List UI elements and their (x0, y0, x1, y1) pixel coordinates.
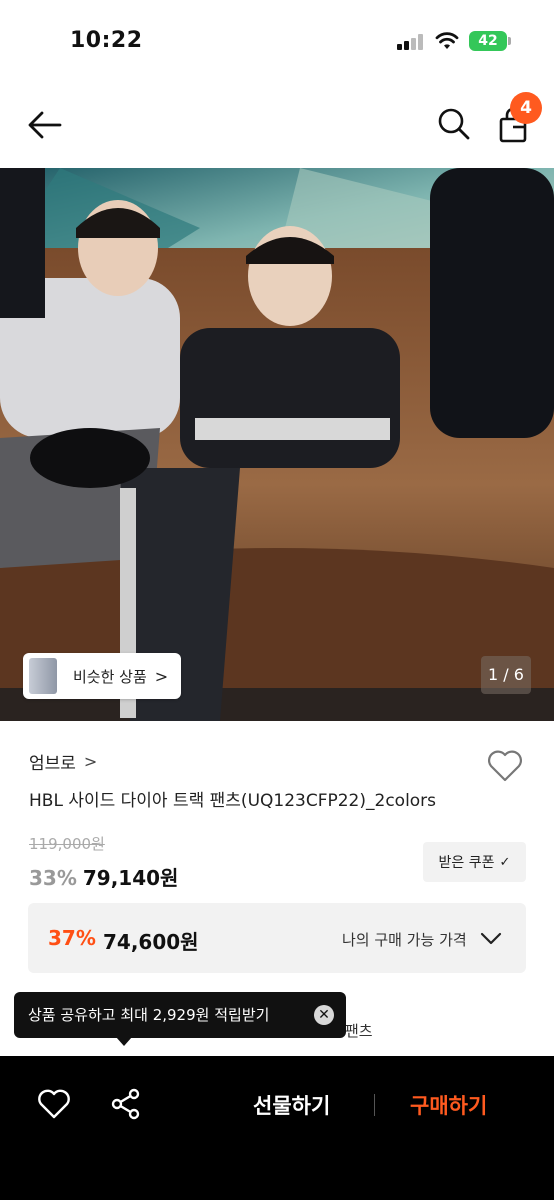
similar-product-thumbnail (29, 658, 57, 694)
received-coupon-button[interactable]: 받은 쿠폰 ✓ (423, 842, 526, 882)
cart-count-badge: 4 (510, 92, 542, 124)
top-nav (0, 80, 554, 168)
tooltip-text: 상품 공유하고 최대 2,929원 적립받기 (28, 1006, 270, 1024)
battery-tip (508, 37, 511, 45)
my-purchase-price: 74,600원 (103, 930, 199, 954)
divider (374, 1094, 375, 1116)
my-purchase-price-box[interactable]: 37% 74,600원 나의 구매 가능 가격 (28, 903, 526, 973)
my-purchase-price-label: 나의 구매 가능 가격 (342, 931, 467, 949)
similar-products-button[interactable]: 비슷한 상품 > (23, 653, 181, 699)
my-discount-rate: 37% (48, 926, 96, 950)
gift-button[interactable]: 선물하기 (253, 1090, 330, 1120)
tooltip-tail (116, 1037, 132, 1046)
close-icon[interactable]: ✕ (314, 1005, 334, 1025)
status-time: 10:22 (70, 28, 143, 53)
back-arrow-icon[interactable] (26, 106, 64, 144)
image-page-counter: 1 / 6 (481, 656, 531, 694)
discount-row: 33% 79,140원 (29, 862, 178, 891)
chevron-right-icon: > (154, 666, 169, 686)
partially-hidden-text: 팬츠 (345, 1022, 373, 1040)
coupon-label: 받은 쿠폰 (438, 855, 495, 871)
product-photo (0, 168, 554, 721)
wifi-icon (435, 32, 459, 49)
bottom-action-bar: 선물하기 구매하기 (0, 1056, 554, 1200)
heart-icon[interactable] (37, 1088, 71, 1120)
brand-name: 엄브로 (29, 754, 76, 774)
share-icon[interactable] (111, 1088, 141, 1120)
share-reward-tooltip: 상품 공유하고 최대 2,929원 적립받기 ✕ (14, 992, 346, 1038)
original-price: 119,000원 (29, 835, 105, 853)
heart-icon[interactable] (486, 748, 524, 784)
check-icon: ✓ (499, 854, 511, 870)
sale-price: 79,140원 (82, 866, 179, 890)
buy-button[interactable]: 구매하기 (410, 1090, 487, 1120)
discount-rate: 33% (29, 866, 77, 890)
battery-indicator: 42 (469, 31, 507, 51)
search-icon[interactable] (436, 106, 472, 142)
status-bar: 10:22 42 (0, 0, 554, 80)
chevron-right-icon: > (83, 752, 98, 771)
chevron-down-icon (480, 932, 502, 945)
product-title: HBL 사이드 다이아 트랙 팬츠(UQ123CFP22)_2colors (29, 791, 437, 811)
similar-products-label: 비슷한 상품 (73, 667, 147, 686)
brand-link[interactable]: 엄브로 > (29, 749, 97, 774)
product-image-carousel[interactable]: 비슷한 상품 > 1 / 6 (0, 168, 554, 721)
signal-icon (397, 34, 425, 50)
